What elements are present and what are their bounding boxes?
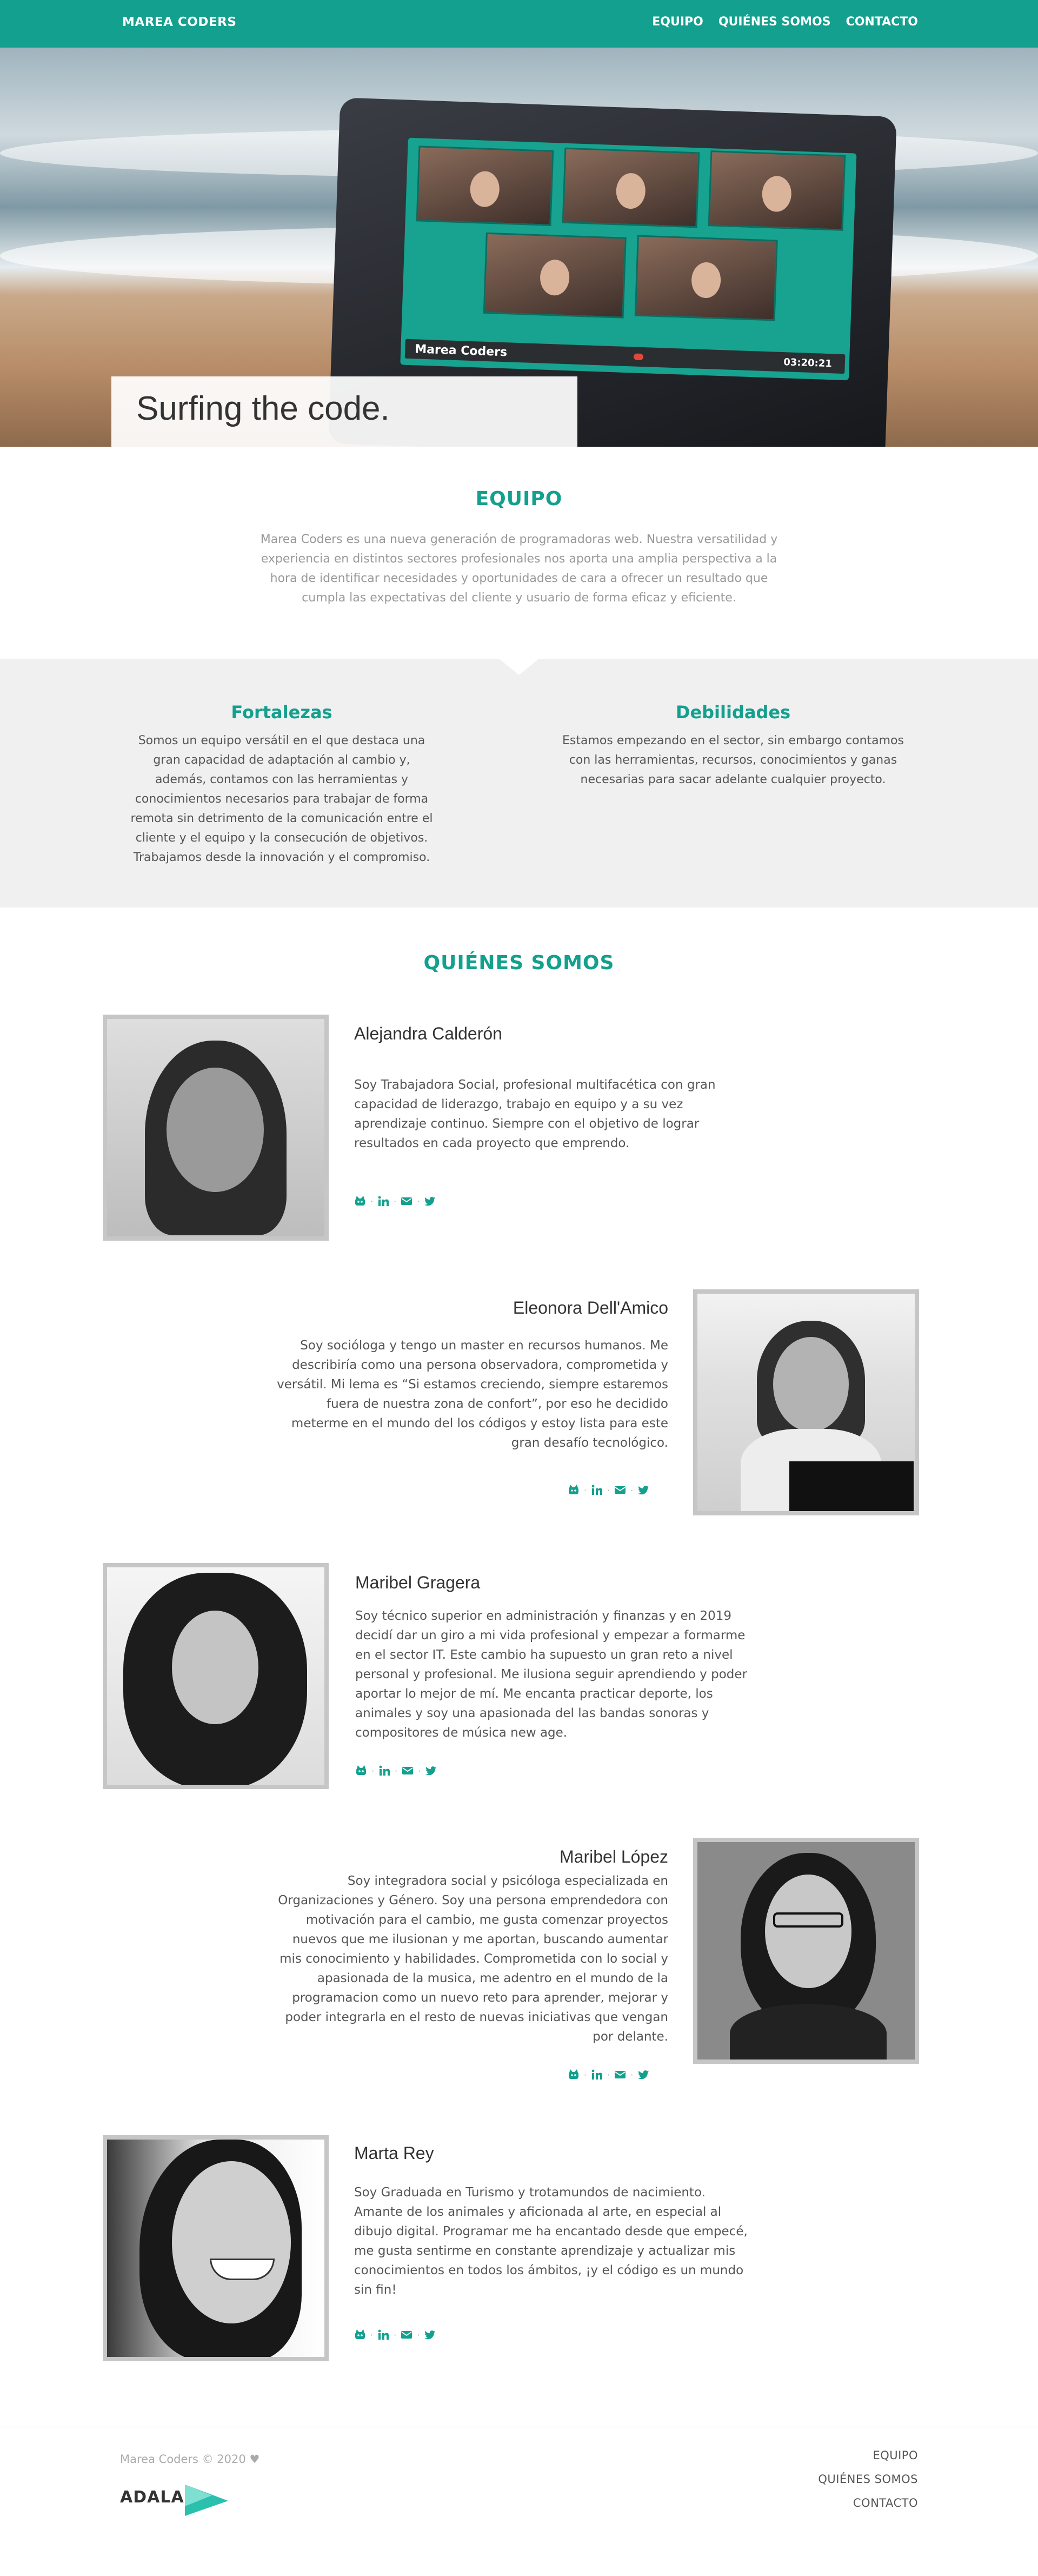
top-navbar: MAREA CODERS EQUIPO QUIÉNES SOMOS CONTAC… [0, 0, 1038, 48]
nav-link-quienes-somos[interactable]: QUIÉNES SOMOS [718, 15, 831, 29]
member-bio: Soy Graduada en Turismo y trotamundos de… [354, 2186, 748, 2297]
video-tile [483, 232, 627, 319]
member-photo [103, 1015, 329, 1241]
call-timer: 03:20:21 [783, 356, 833, 370]
member-name: Maribel López [560, 1847, 668, 1866]
linkedin-icon[interactable] [378, 1765, 390, 1777]
twitter-icon[interactable] [424, 1195, 436, 1207]
member-photo [693, 1838, 919, 2064]
logo-triangle-icon [185, 2485, 228, 2516]
github-icon[interactable] [354, 2329, 366, 2341]
video-tile [708, 150, 846, 231]
strengths-title: Fortalezas [231, 702, 332, 723]
equipo-intro: Marea Coders es una nueva generación de … [260, 533, 778, 605]
member-social-links: · · · [354, 1195, 436, 1208]
call-status-bar: Marea Coders 03:20:21 [404, 339, 846, 374]
call-title: Marea Coders [414, 342, 508, 360]
envelope-icon[interactable] [401, 1195, 412, 1207]
linkedin-icon[interactable] [377, 1195, 389, 1207]
member-photo [693, 1289, 919, 1515]
video-tile [416, 145, 554, 226]
section-title-quienes-somos: QUIÉNES SOMOS [423, 952, 615, 974]
member-photo [103, 1563, 329, 1789]
member-bio: Soy Trabajadora Social, profesional mult… [354, 1078, 716, 1150]
strengths-column: Fortalezas Somos un equipo versátil en e… [127, 702, 437, 868]
twitter-icon[interactable] [424, 2329, 436, 2341]
main-nav: EQUIPO QUIÉNES SOMOS CONTACTO [652, 15, 918, 29]
nav-link-equipo[interactable]: EQUIPO [652, 15, 703, 29]
linkedin-icon[interactable] [591, 2069, 603, 2081]
member-social-links: · · · [355, 1764, 437, 1777]
weaknesses-column: Debilidades Estamos empezando en el sect… [555, 702, 911, 790]
heart-icon: ♥ [249, 2453, 260, 2466]
github-icon[interactable] [568, 1484, 580, 1496]
member-bio: Soy integradora social y psicóloga espec… [278, 1874, 668, 2044]
twitter-icon[interactable] [425, 1765, 437, 1777]
member-social-links: · · · [354, 2328, 436, 2341]
video-tile [562, 147, 700, 228]
member-name: Marta Rey [354, 2143, 434, 2163]
footer-copyright: Marea Coders © 2020 ♥ [120, 2453, 260, 2466]
notch-decoration [499, 659, 539, 675]
member-social-links: · · · [568, 1484, 649, 1496]
github-icon[interactable] [355, 1765, 367, 1777]
video-call-screen: Marea Coders 03:20:21 [400, 137, 857, 381]
member-bio: Soy socióloga y tengo un master en recur… [277, 1339, 668, 1450]
strengths-text: Somos un equipo versátil en el que desta… [130, 734, 433, 864]
adalab-logo[interactable]: ADALAB [120, 2477, 250, 2520]
copyright-text: Marea Coders © 2020 [120, 2453, 246, 2466]
linkedin-icon[interactable] [377, 2329, 389, 2341]
github-icon[interactable] [568, 2069, 580, 2081]
hero-banner: Marea Coders 03:20:21 Surfing the code. [0, 48, 1038, 447]
hang-up-icon [634, 353, 644, 361]
nav-link-contacto[interactable]: CONTACTO [846, 15, 918, 29]
envelope-icon[interactable] [401, 2329, 412, 2341]
hero-tagline: Surfing the code. [136, 390, 390, 427]
weaknesses-title: Debilidades [675, 702, 791, 723]
member-photo [103, 2135, 329, 2361]
brand-logo[interactable]: MAREA CODERS [122, 15, 236, 29]
strengths-weaknesses-band: Fortalezas Somos un equipo versátil en e… [0, 659, 1038, 908]
member-name: Maribel Gragera [355, 1573, 481, 1592]
github-icon[interactable] [354, 1195, 366, 1207]
envelope-icon[interactable] [402, 1765, 414, 1777]
member-social-links: · · · [568, 2068, 649, 2081]
envelope-icon[interactable] [614, 1484, 626, 1496]
member-name: Alejandra Calderón [354, 1024, 502, 1043]
envelope-icon[interactable] [614, 2069, 626, 2081]
twitter-icon[interactable] [637, 1484, 649, 1496]
footer-link-equipo[interactable]: EQUIPO [818, 2449, 918, 2462]
footer-nav: EQUIPO QUIÉNES SOMOS CONTACTO [818, 2449, 918, 2520]
weaknesses-text: Estamos empezando en el sector, sin emba… [562, 734, 904, 786]
video-tile [634, 235, 778, 321]
linkedin-icon[interactable] [591, 1484, 603, 1496]
footer-link-quienes-somos[interactable]: QUIÉNES SOMOS [818, 2473, 918, 2486]
member-name: Eleonora Dell'Amico [513, 1298, 668, 1317]
section-title-equipo: EQUIPO [475, 488, 563, 510]
member-bio: Soy técnico superior en administración y… [355, 1609, 747, 1740]
hero-caption: Surfing the code. [111, 376, 577, 447]
twitter-icon[interactable] [637, 2069, 649, 2081]
footer-link-contacto[interactable]: CONTACTO [818, 2496, 918, 2509]
